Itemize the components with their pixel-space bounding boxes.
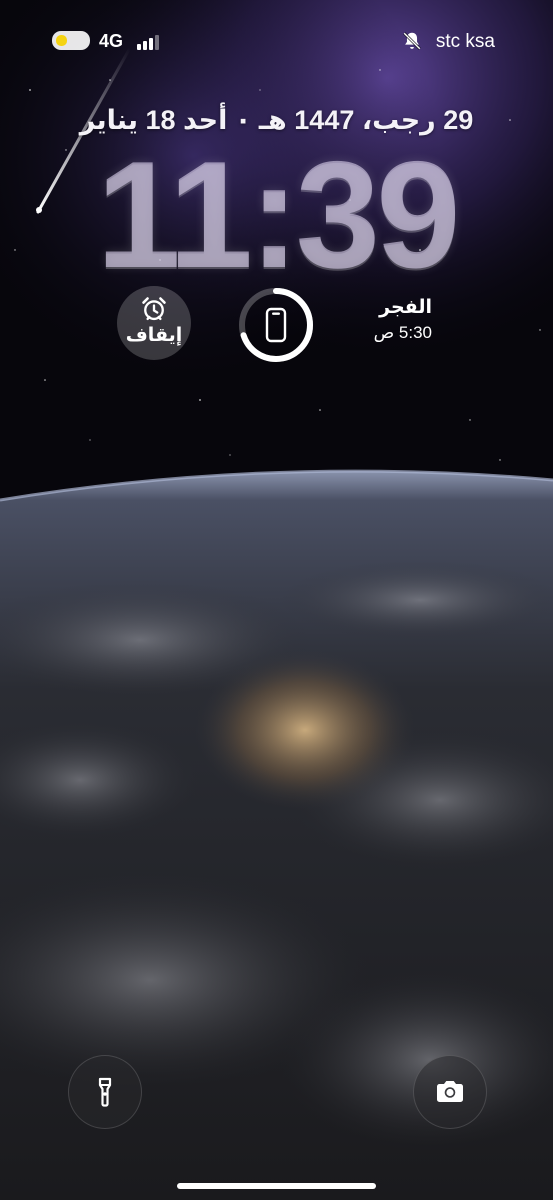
flashlight-button[interactable] [68, 1055, 142, 1129]
prayer-times-widget[interactable]: الفجر 5:30 ص [352, 296, 432, 343]
device-battery-widget[interactable] [237, 286, 315, 364]
home-indicator[interactable] [177, 1183, 376, 1189]
battery-icon [52, 31, 90, 50]
carrier-name: stc ksa [435, 31, 495, 52]
camera-icon [437, 1081, 463, 1102]
signal-bar [137, 44, 141, 50]
signal-bar [143, 41, 147, 50]
alarm-snooze-label: إيقاف [125, 325, 183, 346]
alarm-widget[interactable]: إيقاف [117, 286, 191, 360]
silent-mode-bell-icon [403, 32, 421, 50]
prayer-time: 5:30 ص [373, 323, 432, 342]
prayer-name: الفجر [379, 297, 432, 318]
signal-bar [155, 35, 159, 50]
lock-screen-time: 11:39 [96, 130, 460, 300]
cellular-signal-icon [137, 34, 163, 50]
camera-button[interactable] [413, 1055, 487, 1129]
alarm-clock-icon [142, 297, 166, 321]
network-type: 4G [99, 31, 124, 51]
status-bar: 4G stc ksa [0, 0, 553, 70]
flashlight-icon [98, 1077, 112, 1107]
signal-bar [149, 38, 153, 50]
